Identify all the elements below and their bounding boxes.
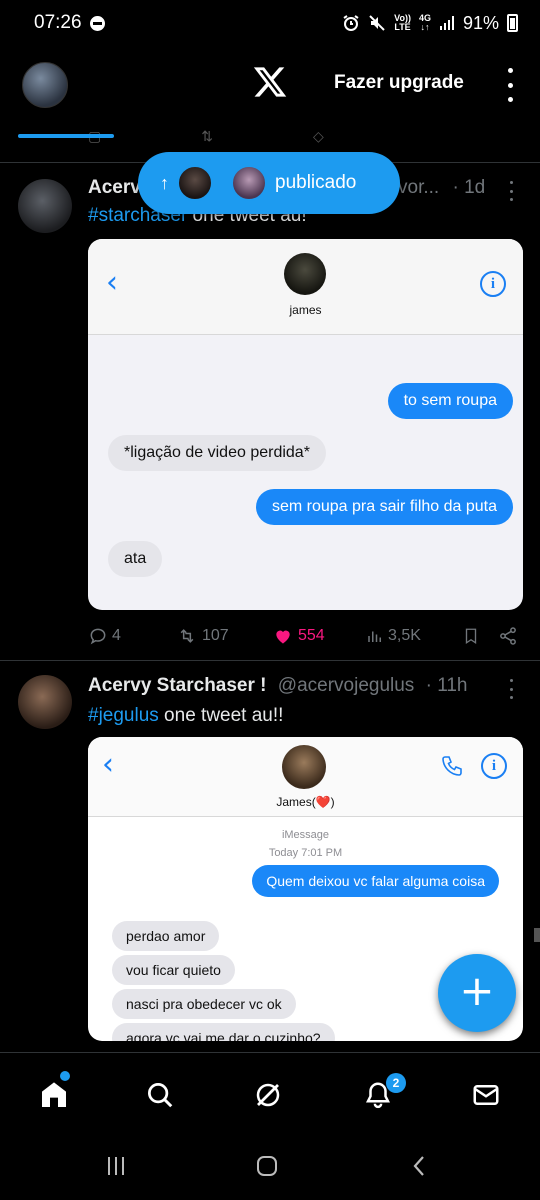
author-name[interactable]: Acervy Starchaser ! [88, 675, 267, 696]
new-posts-pill[interactable]: ↑ publicado [138, 152, 400, 214]
message-bubble-incoming: nasci pra obedecer vc ok [112, 989, 296, 1019]
tweet-author-avatar[interactable] [18, 675, 72, 729]
scrollbar-thumb[interactable] [534, 928, 540, 942]
info-icon: i [480, 271, 506, 297]
chevron-left-icon: ‹ [102, 747, 114, 782]
share-button[interactable] [498, 626, 518, 646]
author-name[interactable]: Acerv [88, 177, 141, 198]
tweet-more-icon[interactable] [508, 679, 514, 699]
bookmark-icon [465, 628, 477, 645]
tweet-author-avatar[interactable] [18, 179, 72, 233]
nav-messages[interactable] [466, 1075, 506, 1115]
tweet-time: · 1d [452, 177, 486, 198]
share-icon [500, 627, 516, 645]
chevron-left-icon: ‹ [106, 265, 118, 300]
alarm-icon [343, 15, 359, 31]
top-app-bar: Fazer upgrade [0, 46, 540, 136]
previous-tweet-actions-faded: ▢⇅◇ [88, 128, 324, 144]
views-button[interactable]: 3,5K [366, 627, 462, 645]
like-button[interactable]: 554 [272, 626, 366, 646]
service-label: iMessage [281, 829, 330, 841]
message-bubble-outgoing: sem roupa pra sair filho da puta [255, 489, 513, 525]
system-navigation-bar [0, 1132, 540, 1200]
contact-avatar [284, 253, 326, 295]
tweet-text: #jegulus one tweet au!! [88, 705, 284, 726]
repost-icon [180, 629, 194, 643]
message-bubble-outgoing: Quem deixou vc falar alguma coisa [252, 865, 499, 897]
status-time: 07:26 [34, 12, 82, 33]
profile-avatar[interactable] [22, 62, 68, 108]
home-system-icon[interactable] [255, 1154, 279, 1178]
contact-name: james [289, 303, 322, 317]
message-bubble-incoming: agora vc vai me dar o cuzinho? [112, 1023, 335, 1041]
pill-avatar [177, 165, 213, 201]
nav-grok[interactable] [248, 1075, 288, 1115]
author-handle: @acervojegulus [277, 675, 415, 696]
contact-avatar [282, 745, 326, 789]
tweet-image-chat-screenshot[interactable]: ‹ james i to sem roupa *ligação de video… [88, 239, 523, 610]
bookmark-button[interactable] [462, 626, 498, 646]
battery-percent: 91% [462, 12, 499, 33]
reply-count: 4 [112, 627, 121, 644]
overflow-menu-icon[interactable] [500, 68, 520, 102]
tweet[interactable]: Acerv vor... · 1d #starchaser one tweet … [0, 163, 540, 660]
x-logo-icon [253, 67, 287, 97]
repost-button[interactable]: 107 [176, 626, 272, 646]
back-icon[interactable] [408, 1154, 432, 1178]
info-icon: i [481, 753, 507, 779]
message-bubble-incoming: vou ficar quieto [112, 955, 235, 985]
battery-icon [507, 14, 518, 32]
upgrade-button[interactable]: Fazer upgrade [334, 72, 464, 94]
hashtag-link[interactable]: #jegulus [88, 705, 159, 726]
status-icons: Vo)) LTE 4G ↓↑ 91% [342, 13, 518, 34]
heart-filled-icon [276, 630, 290, 644]
nav-search[interactable] [140, 1075, 180, 1115]
recent-apps-icon[interactable] [104, 1154, 128, 1178]
nav-home[interactable] [34, 1075, 74, 1115]
tab-indicator [18, 134, 114, 138]
notifications-badge: 2 [386, 1073, 406, 1093]
mail-icon [473, 1085, 499, 1105]
chat-header: ‹ james i [88, 239, 523, 335]
chat-header: ‹ James(❤️) i [88, 737, 523, 817]
mute-icon [369, 15, 385, 31]
reply-icon [90, 628, 106, 645]
signal-icon [439, 16, 454, 30]
pill-avatar [231, 165, 267, 201]
bottom-navigation: 2 [0, 1052, 540, 1132]
tweet-actions: 4 107 554 3,5K [88, 624, 518, 648]
like-count: 554 [298, 627, 325, 644]
tweet-more-icon[interactable] [508, 181, 514, 201]
repost-count: 107 [202, 627, 229, 644]
tweet-meta: vor... · 1d [398, 177, 485, 199]
contact-name: James(❤️) [276, 795, 335, 809]
arrow-up-icon: ↑ [160, 172, 169, 193]
tweet-time: · 11h [425, 675, 468, 696]
volte-indicator: Vo)) LTE [394, 13, 411, 32]
message-bubble-outgoing: to sem roupa [387, 383, 513, 419]
home-icon [42, 1082, 66, 1107]
grok-icon [256, 1083, 280, 1107]
compose-button[interactable]: + [438, 954, 516, 1032]
message-bubble-incoming: ata [108, 541, 163, 577]
message-timestamp: Today 7:01 PM [268, 847, 343, 859]
message-bubble-incoming: *ligação de video perdida* [108, 435, 326, 471]
tweet-header: Acerv [88, 177, 141, 199]
analytics-icon [368, 631, 381, 642]
home-unread-dot [60, 1071, 70, 1081]
data-indicator: 4G ↓↑ [418, 13, 431, 32]
author-handle: vor... [398, 177, 440, 198]
search-icon [148, 1083, 173, 1108]
message-bubble-incoming: perdao amor [112, 921, 220, 951]
pill-label: publicado [275, 172, 357, 193]
status-bar: 07:26 Vo)) LTE 4G ↓↑ 91% [0, 0, 540, 46]
reply-button[interactable]: 4 [88, 626, 176, 646]
tweet-header: Acervy Starchaser ! @acervojegulus · 11h [88, 675, 468, 697]
view-count: 3,5K [388, 627, 421, 644]
dnd-icon [89, 15, 105, 31]
phone-icon [442, 756, 462, 776]
